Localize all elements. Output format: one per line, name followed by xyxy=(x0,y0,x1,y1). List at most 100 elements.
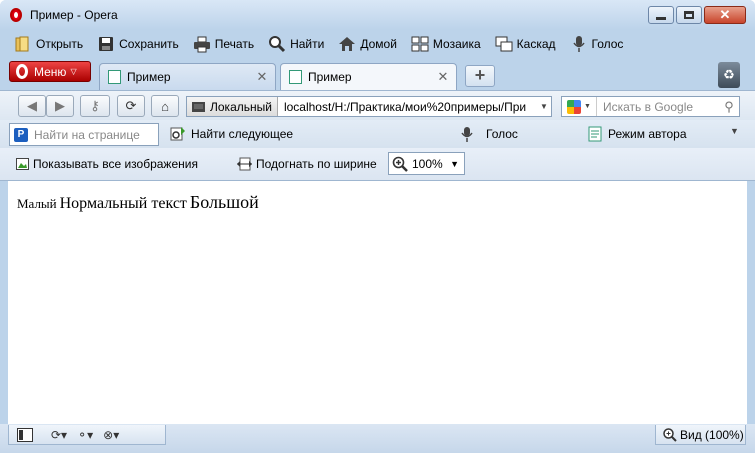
small-text: Малый xyxy=(17,196,57,211)
maximize-button[interactable] xyxy=(676,6,702,24)
view-zoom-button[interactable]: Вид (100%) xyxy=(655,425,746,445)
opera-link-icon[interactable]: ⊗▾ xyxy=(103,428,119,442)
forward-button[interactable]: ▶ xyxy=(46,95,74,117)
chevron-down-icon: ▼ xyxy=(450,158,459,169)
fit-width-icon xyxy=(237,157,252,171)
fit-width-label: Подогнать по ширине xyxy=(256,157,377,171)
home-icon: ⌂ xyxy=(161,98,169,114)
reload-icon: ⟳ xyxy=(125,98,137,113)
address-bar[interactable]: Локальный localhost/H:/Практика/мои%20пр… xyxy=(186,96,552,117)
window-controls: ✕ xyxy=(646,6,746,24)
tile-icon xyxy=(411,35,429,53)
tab-primer-1[interactable]: Пример ✕ xyxy=(99,63,276,90)
monitor-icon xyxy=(192,101,205,112)
microphone-icon xyxy=(570,35,588,53)
find-next-button[interactable]: Найти следующее xyxy=(170,126,293,142)
tile-label: Мозаика xyxy=(432,37,481,51)
find-next-label: Найти следующее xyxy=(191,127,294,141)
voice-button[interactable]: Голос xyxy=(570,32,624,56)
save-label: Сохранить xyxy=(119,37,179,51)
tab-label: Пример xyxy=(308,70,352,84)
trash-icon[interactable]: ♻ xyxy=(718,62,740,88)
status-controls: ⟳▾ ⚬▾ ⊗▾ xyxy=(8,425,166,445)
print-button[interactable]: Печать xyxy=(193,32,254,56)
microphone-icon xyxy=(459,126,475,142)
home-button[interactable]: Домой xyxy=(338,32,397,56)
author-mode-button[interactable]: Режим автора xyxy=(587,126,687,142)
normal-text: Нормальный текст xyxy=(59,195,187,212)
image-toolbar: Показывать все изображения Подогнать по … xyxy=(0,148,755,181)
turbo-icon[interactable]: ⟳▾ xyxy=(51,428,67,442)
open-button[interactable]: Открыть xyxy=(14,32,83,56)
home-label: Домой xyxy=(360,37,397,51)
cascade-icon xyxy=(495,35,513,53)
chevron-down-icon: ▽ xyxy=(70,67,77,76)
window-title: Пример - Opera xyxy=(30,8,118,22)
page-content: Малый Нормальный текст Большой xyxy=(8,181,747,424)
status-bar: ⟳▾ ⚬▾ ⊗▾ Вид (100%) xyxy=(0,424,755,453)
show-images-label: Показывать все изображения xyxy=(33,157,198,171)
opera-menu-button[interactable]: Меню ▽ xyxy=(9,61,91,82)
home-nav-button[interactable]: ⌂ xyxy=(151,95,179,117)
view-zoom-label: Вид (100%) xyxy=(680,427,744,442)
search-icon[interactable]: ⚲ xyxy=(719,99,739,115)
save-icon xyxy=(97,35,115,53)
find-button[interactable]: Найти xyxy=(268,32,324,56)
big-text: Большой xyxy=(189,192,259,212)
find-in-page-input[interactable]: P Найти на странице xyxy=(9,123,159,146)
fit-width-button[interactable]: Подогнать по ширине xyxy=(237,157,377,171)
search-input[interactable]: Искать в Google xyxy=(597,100,719,114)
back-button[interactable]: ◀ xyxy=(18,95,46,117)
security-badge[interactable]: Локальный xyxy=(187,97,278,116)
maximize-icon xyxy=(684,11,694,19)
close-button[interactable]: ✕ xyxy=(704,6,746,24)
tile-button[interactable]: Мозаика xyxy=(411,32,481,56)
toolbar-chevron-down-icon[interactable]: ▼ xyxy=(730,126,739,136)
zoom-icon xyxy=(663,427,677,442)
minimize-button[interactable] xyxy=(648,6,674,24)
voice-toolbar-label: Голос xyxy=(486,127,518,141)
new-tab-button[interactable]: + xyxy=(465,65,495,87)
author-mode-label: Режим автора xyxy=(608,127,687,141)
address-input[interactable]: localhost/H:/Практика/мои%20примеры/При xyxy=(278,100,537,114)
arrow-left-icon: ◀ xyxy=(27,98,37,113)
find-placeholder: Найти на странице xyxy=(34,127,140,142)
voice-label: Голос xyxy=(591,37,624,51)
voice-toolbar-button[interactable]: Голос xyxy=(459,126,518,142)
find-toolbar: P Найти на странице Найти следующее Голо… xyxy=(0,120,755,148)
image-icon xyxy=(16,158,29,170)
arrow-right-icon: ▶ xyxy=(55,98,65,113)
zoom-icon xyxy=(392,156,408,172)
tab-close-icon[interactable]: ✕ xyxy=(255,69,269,85)
panel-toggle-icon[interactable] xyxy=(17,427,33,442)
opera-logo-icon xyxy=(16,64,28,79)
minimize-icon xyxy=(656,16,666,20)
chevron-down-icon[interactable]: ▼ xyxy=(537,102,551,111)
print-icon xyxy=(193,35,211,53)
tab-close-icon[interactable]: ✕ xyxy=(436,69,450,85)
wand-button[interactable]: ⚷ xyxy=(80,95,110,117)
cascade-label: Каскад xyxy=(516,37,556,51)
close-icon: ✕ xyxy=(719,7,731,22)
folder-open-icon xyxy=(14,35,32,53)
page-icon xyxy=(108,70,121,84)
chevron-down-icon: ▼ xyxy=(584,103,591,110)
tab-primer-2[interactable]: Пример ✕ xyxy=(280,63,457,90)
cascade-button[interactable]: Каскад xyxy=(495,32,556,56)
save-button[interactable]: Сохранить xyxy=(97,32,179,56)
search-engine-selector[interactable]: ▼ xyxy=(562,97,597,116)
sample-paragraph: Малый Нормальный текст Большой xyxy=(17,192,259,213)
navigation-bar: ◀ ▶ ⚷ ⟳ ⌂ Локальный localhost/H:/Практик… xyxy=(0,90,755,120)
key-icon: ⚷ xyxy=(90,98,100,113)
show-images-button[interactable]: Показывать все изображения xyxy=(16,157,198,171)
opera-menu-label: Меню xyxy=(34,64,67,79)
zoom-select[interactable]: 100% ▼ xyxy=(388,152,465,175)
tab-label: Пример xyxy=(127,70,171,84)
reload-button[interactable]: ⟳ xyxy=(117,95,145,117)
search-box[interactable]: ▼ Искать в Google ⚲ xyxy=(561,96,740,117)
author-mode-icon xyxy=(587,126,603,142)
unite-icon[interactable]: ⚬▾ xyxy=(77,428,93,442)
browser-window: Пример - Opera ✕ Открыть Сохранить Печат… xyxy=(0,0,755,453)
find-next-icon xyxy=(170,126,186,142)
home-icon xyxy=(338,35,356,53)
